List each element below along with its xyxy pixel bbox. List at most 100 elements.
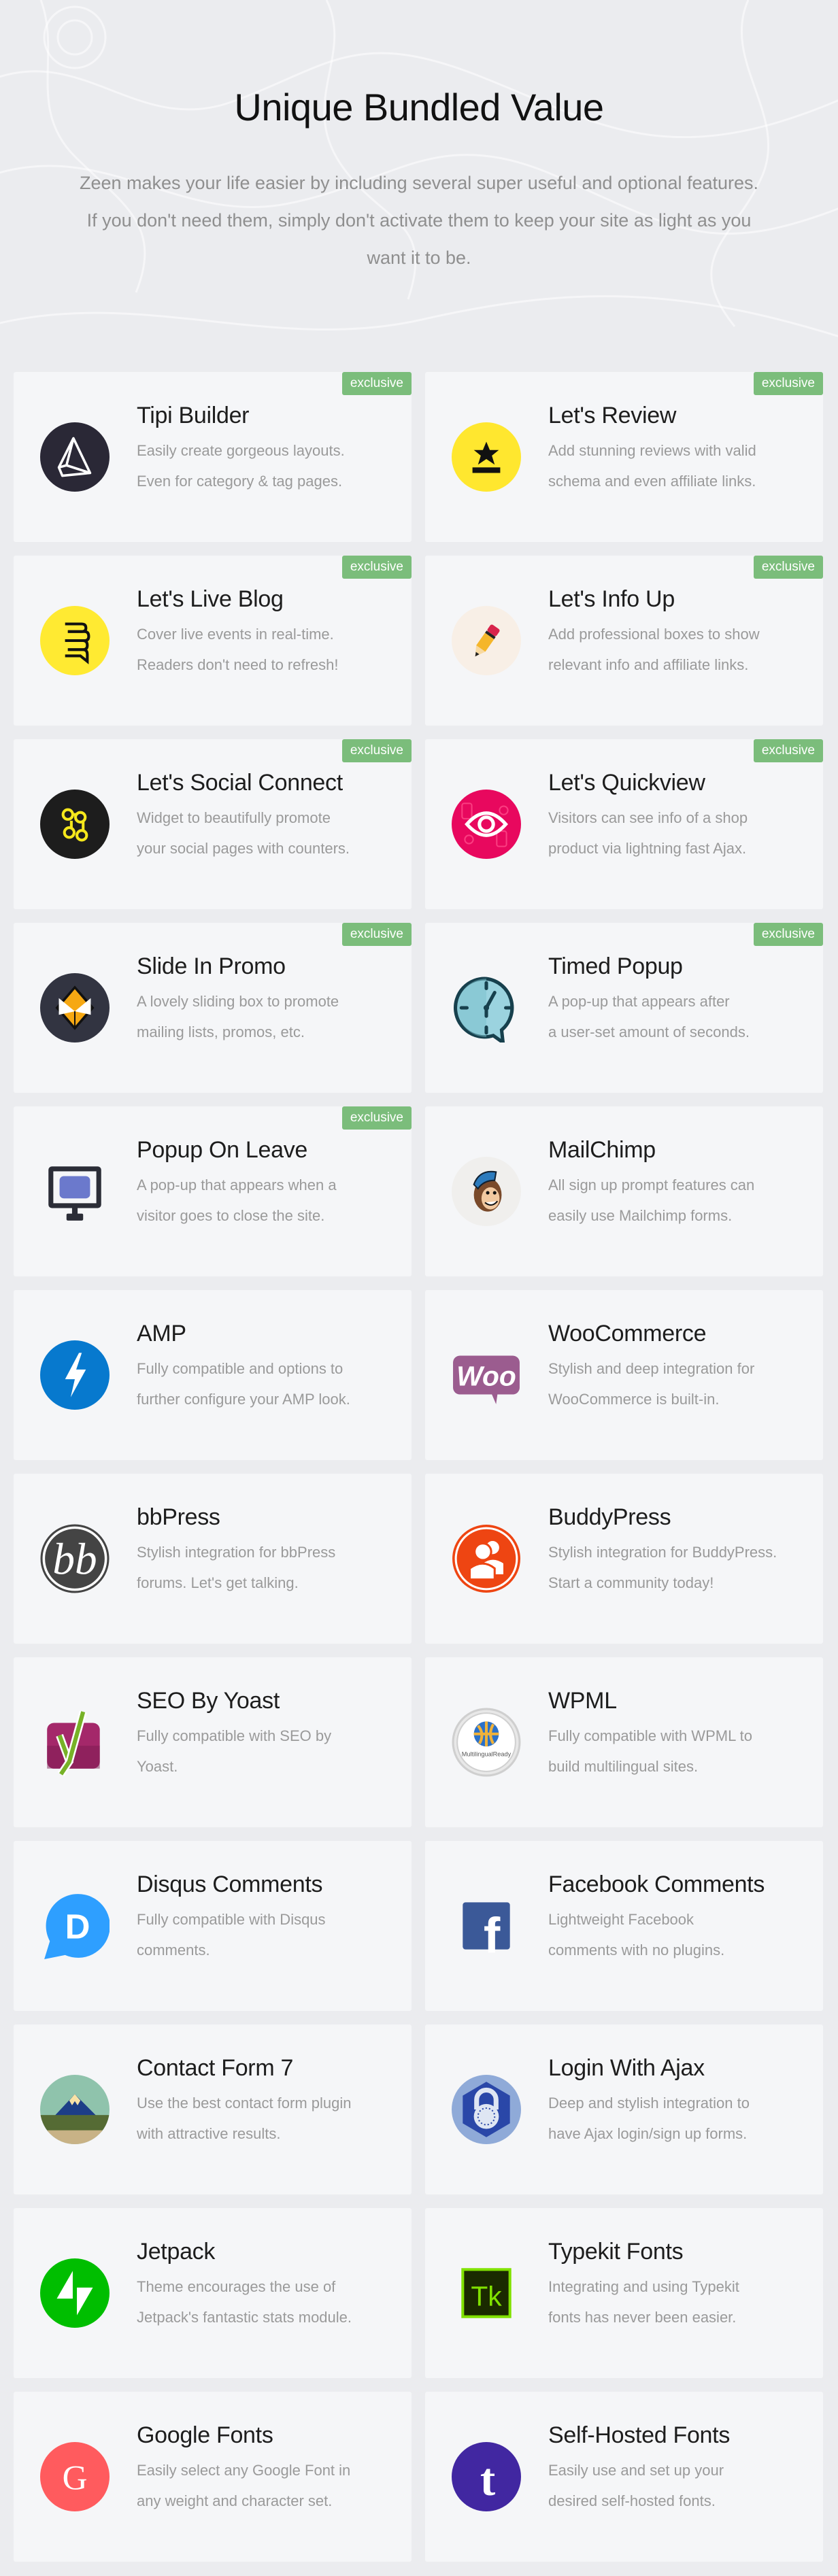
feature-card[interactable]: exclusive Let's Review Add stunning review… (425, 372, 823, 542)
feature-text: Self-Hosted Fonts Easily use and set up y… (548, 2421, 814, 2516)
exclusive-badge: exclusive (341, 923, 412, 946)
feature-card[interactable]: Login With Ajax Deep and stylish integrat… (425, 2024, 823, 2194)
feature-description-line: Fully compatible with SEO by (137, 1727, 332, 1744)
feature-description-line: Cover live events in real-time. (137, 626, 334, 643)
feature-description-line: Visitors can see info of a shop (548, 809, 748, 826)
feature-card[interactable]: f Facebook Comments Lightweight Facebook co… (425, 1841, 823, 2011)
feature-name: Slide In Promo (137, 953, 286, 979)
feature-description-line: Yoast. (137, 1758, 178, 1775)
feature-description-line: Easily use and set up your (548, 2462, 724, 2479)
feature-description: Fully compatible and options to further c… (137, 1353, 402, 1414)
feature-card[interactable]: exclusive Timed Popup A pop-up that appear… (425, 923, 823, 1093)
feature-text: Tipi Builder Easily create gorgeous layou… (137, 401, 402, 496)
feature-card[interactable]: Jetpack Theme encourages the use of Jetpac… (14, 2208, 412, 2378)
feature-description-line: All sign up prompt features can (548, 1176, 755, 1193)
feature-description-line: Widget to beautifully promote (137, 809, 331, 826)
feature-name: Let's Social Connect (137, 770, 343, 796)
feature-name: Self-Hosted Fonts (548, 2422, 731, 2448)
feature-text: Let's Info Up Add professional boxes to s… (548, 585, 814, 680)
feature-description-line: further configure your AMP look. (137, 1391, 350, 1408)
feature-card[interactable]: exclusive Let's Quickview Visitors can see… (425, 739, 823, 909)
contact-form-7-icon (40, 2075, 110, 2144)
feature-card[interactable]: D Disqus Comments Fully compatible with Di… (14, 1841, 412, 2011)
feature-card[interactable]: G Google Fonts Easily select any Google Fo… (14, 2392, 412, 2562)
quickview-icon (452, 790, 521, 859)
feature-card[interactable]: Woo WooCommerce Stylish and deep integrati… (425, 1290, 823, 1460)
feature-description-line: Deep and stylish integration to (548, 2095, 750, 2112)
feature-card[interactable]: AMP Fully compatible and options to furthe… (14, 1290, 412, 1460)
disqus-icon: D (40, 1891, 110, 1961)
page-title: Unique Bundled Value (234, 86, 604, 129)
feature-description-line: your social pages with counters. (137, 840, 350, 857)
feature-name: AMP (137, 1321, 186, 1346)
feature-card[interactable]: MailChimp All sign up prompt features can… (425, 1106, 823, 1276)
feature-text: Disqus Comments Fully compatible with Dis… (137, 1870, 402, 1965)
feature-description: Add stunning reviews with valid schema an… (548, 435, 814, 496)
feature-description: Fully compatible with WPML to build multi… (548, 1721, 814, 1782)
feature-description: Lightweight Facebook comments with no plu… (548, 1904, 814, 1965)
icon-glyph-text: f (484, 1908, 501, 1961)
feature-card[interactable]: exclusive Slide In Promo A lovely sliding … (14, 923, 412, 1093)
feature-text: Contact Form 7 Use the best contact form … (137, 2054, 402, 2149)
feature-card[interactable]: BuddyPress Stylish integration for BuddyP… (425, 1474, 823, 1644)
feature-description-line: Easily create gorgeous layouts. (137, 442, 345, 459)
feature-description-line: Stylish integration for BuddyPress. (548, 1544, 777, 1561)
feature-text: WPML Fully compatible with WPML to build m… (548, 1687, 814, 1782)
amp-icon (40, 1340, 110, 1410)
feature-description-line: Even for category & tag pages. (137, 473, 343, 490)
feature-text: Login With Ajax Deep and stylish integrat… (548, 2054, 814, 2149)
feature-description: Add professional boxes to show relevant i… (548, 619, 814, 680)
feature-description-line: comments with no plugins. (548, 1942, 725, 1959)
feature-text: WooCommerce Stylish and deep integration … (548, 1319, 814, 1414)
svg-text:Woo: Woo (456, 1360, 516, 1391)
feature-description: Visitors can see info of a shop product v… (548, 802, 814, 864)
exclusive-badge: exclusive (341, 1106, 412, 1130)
feature-text: Slide In Promo A lovely sliding box to pr… (137, 952, 402, 1047)
feature-card[interactable]: bb bbPress Stylish integration for bbPress… (14, 1474, 412, 1644)
feature-description-line: relevant info and affiliate links. (548, 656, 749, 673)
feature-text: Facebook Comments Lightweight Facebook com… (548, 1870, 814, 1965)
feature-description-line: Stylish integration for bbPress (137, 1544, 336, 1561)
feature-description: Stylish integration for BuddyPress. Start… (548, 1537, 814, 1598)
feature-text: Let's Social Connect Widget to beautifull… (137, 768, 402, 864)
feature-name: MailChimp (548, 1137, 656, 1163)
feature-text: Let's Live Blog Cover live events in real… (137, 585, 402, 680)
feature-description-line: fonts has never been easier. (548, 2309, 737, 2326)
feature-card[interactable]: Contact Form 7 Use the best contact form … (14, 2024, 412, 2194)
feature-name: Let's Live Blog (137, 586, 284, 612)
feature-name: Login With Ajax (548, 2055, 705, 2081)
feature-card[interactable]: exclusive Let's Info Up Add professional b… (425, 556, 823, 726)
exclusive-badge: exclusive (753, 923, 823, 946)
feature-card[interactable]: exclusive Tipi Builder Easily create gorge… (14, 372, 412, 542)
feature-description-line: comments. (137, 1942, 210, 1959)
feature-description-line: schema and even affiliate links. (548, 473, 756, 490)
popup-on-leave-icon (40, 1157, 110, 1226)
svg-text:bb: bb (52, 1535, 97, 1584)
feature-card[interactable]: exclusive Let's Live Blog Cover live event… (14, 556, 412, 726)
self-hosted-fonts-icon: t (452, 2442, 521, 2511)
feature-text: AMP Fully compatible and options to furthe… (137, 1319, 402, 1414)
feature-card[interactable]: MultilingualReady WPML Fully compatible wi… (425, 1657, 823, 1827)
feature-text: BuddyPress Stylish integration for BuddyP… (548, 1503, 814, 1598)
mailchimp-icon (452, 1157, 521, 1226)
feature-card[interactable]: exclusive Let's Social Connect Widget to b… (14, 739, 412, 909)
feature-text: Let's Review Add stunning reviews with va… (548, 401, 814, 496)
feature-description: Stylish and deep integration for WooComme… (548, 1353, 814, 1414)
feature-description-line: Use the best contact form plugin (137, 2095, 352, 2112)
feature-card[interactable]: exclusive Popup On Leave A pop-up that app… (14, 1106, 412, 1276)
feature-description: Stylish integration for bbPress forums. L… (137, 1537, 402, 1598)
feature-card[interactable]: SEO By Yoast Fully compatible with SEO by… (14, 1657, 412, 1827)
feature-text: MailChimp All sign up prompt features can… (548, 1136, 814, 1231)
feature-description-line: Start a community today! (548, 1574, 714, 1591)
feature-card[interactable]: t Self-Hosted Fonts Easily use and set up … (425, 2392, 823, 2562)
feature-description: Easily select any Google Font in any weig… (137, 2455, 402, 2516)
feature-description-line: Easily select any Google Font in (137, 2462, 351, 2479)
feature-description: A lovely sliding box to promote mailing l… (137, 986, 402, 1047)
feature-description: Easily use and set up your desired self-h… (548, 2455, 814, 2516)
feature-name: Disqus Comments (137, 1871, 323, 1897)
feature-description: A pop-up that appears after a user-set am… (548, 986, 814, 1047)
feature-text: Typekit Fonts Integrating and using Typek… (548, 2237, 814, 2333)
feature-name: Google Fonts (137, 2422, 273, 2448)
feature-description-line: Add stunning reviews with valid (548, 442, 756, 459)
feature-card[interactable]: Tk Typekit Fonts Integrating and using Typ… (425, 2208, 823, 2378)
